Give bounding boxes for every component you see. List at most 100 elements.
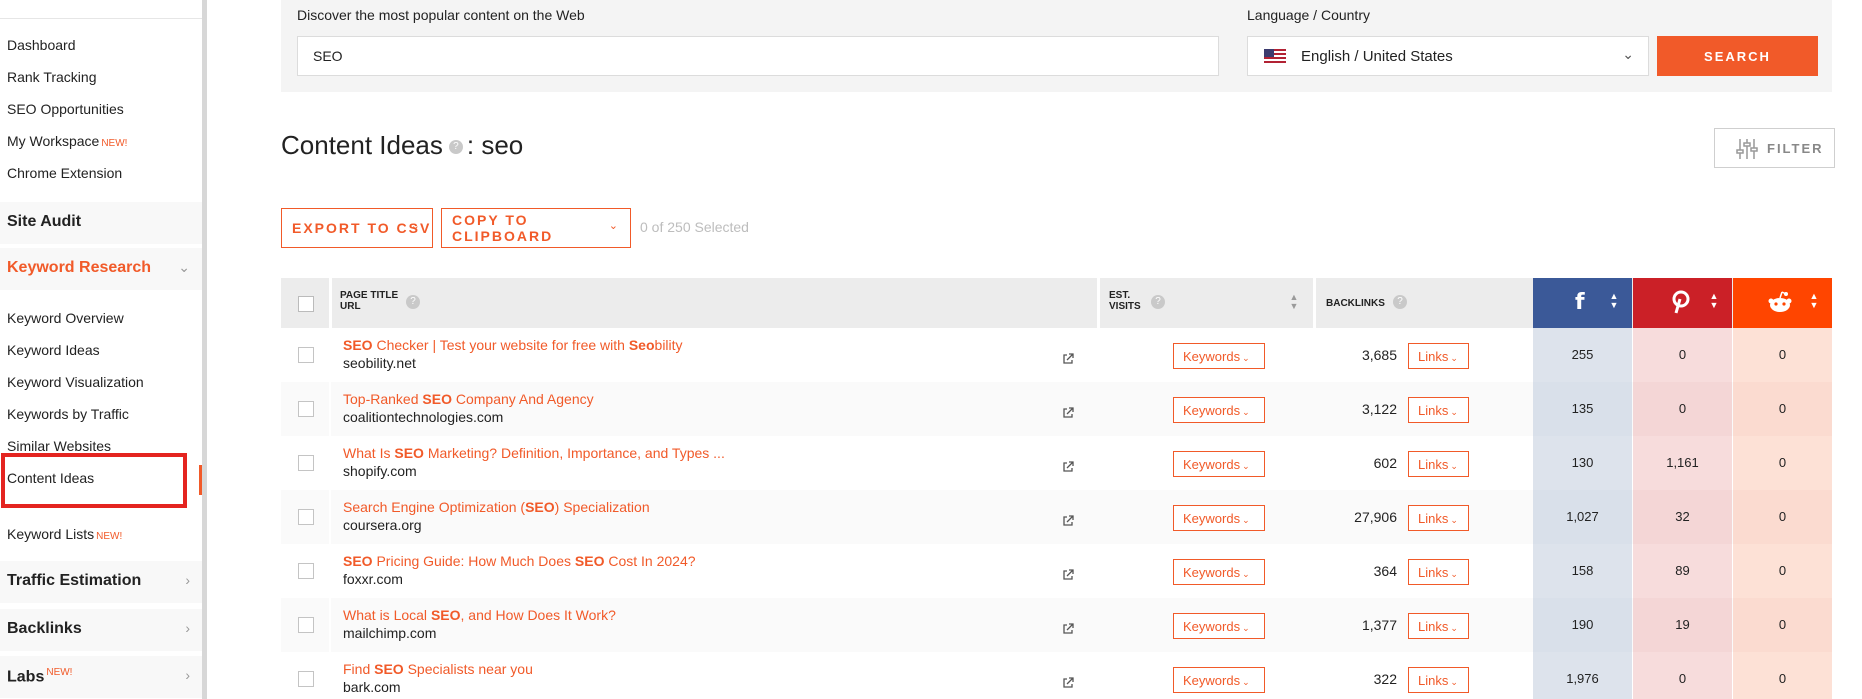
external-link-icon[interactable] — [1062, 515, 1074, 527]
column-divider — [329, 278, 332, 328]
page-url: foxxr.com — [343, 571, 403, 587]
page-url: bark.com — [343, 679, 401, 695]
links-dropdown-button[interactable]: Links ⌄ — [1408, 505, 1469, 531]
column-divider — [329, 382, 331, 436]
sidebar-item-dashboard[interactable]: Dashboard — [7, 37, 76, 53]
reddit-shares-value: 0 — [1733, 544, 1832, 598]
facebook-shares-value: 158 — [1533, 544, 1632, 598]
sidebar-item-seo-opportunities[interactable]: SEO Opportunities — [7, 101, 124, 117]
column-header-page-title[interactable]: PAGE TITLE URL — [340, 290, 398, 312]
search-label: Discover the most popular content on the… — [297, 7, 585, 23]
row-checkbox[interactable] — [298, 617, 314, 633]
links-dropdown-button[interactable]: Links ⌄ — [1408, 451, 1469, 477]
page-url: shopify.com — [343, 463, 417, 479]
sidebar-item-similar-websites[interactable]: Similar Websites — [7, 438, 111, 454]
sidebar-item-keyword-lists[interactable]: Keyword Lists NEW! — [7, 526, 122, 542]
page-title: Content Ideas?: seo — [281, 130, 523, 161]
title-text: Checker | Test your website for free wit… — [372, 337, 629, 353]
sidebar-item-keywords-by-traffic[interactable]: Keywords by Traffic — [7, 406, 129, 422]
facebook-icon: f — [1575, 290, 1585, 315]
sidebar-section-backlinks[interactable]: Backlinks › — [0, 609, 202, 651]
page-title-link[interactable]: SEO Pricing Guide: How Much Does SEO Cos… — [343, 553, 696, 569]
language-country-select[interactable]: English / United States ⌄ — [1247, 36, 1649, 76]
column-header-pinterest[interactable]: ▲ ▼ — [1633, 278, 1732, 328]
row-checkbox[interactable] — [298, 671, 314, 687]
keywords-label: Keywords — [1183, 402, 1241, 418]
row-checkbox[interactable] — [298, 509, 314, 525]
sort-icon[interactable]: ▲ ▼ — [1608, 292, 1620, 310]
row-checkbox[interactable] — [298, 347, 314, 363]
page-title-link[interactable]: What Is SEO Marketing? Definition, Impor… — [343, 445, 725, 461]
sidebar-item-keyword-ideas[interactable]: Keyword Ideas — [7, 342, 100, 358]
page-url: coursera.org — [343, 517, 422, 533]
page-title-link[interactable]: SEO Checker | Test your website for free… — [343, 337, 683, 353]
search-input[interactable] — [297, 36, 1219, 76]
external-link-icon[interactable] — [1062, 569, 1074, 581]
search-button[interactable]: SEARCH — [1657, 36, 1818, 76]
sidebar-item-my-workspace[interactable]: My Workspace NEW! — [7, 133, 127, 149]
sidebar-item-keyword-overview[interactable]: Keyword Overview — [7, 310, 124, 326]
sidebar-section-traffic-estimation[interactable]: Traffic Estimation › — [0, 561, 202, 603]
external-link-icon[interactable] — [1062, 407, 1074, 419]
sidebar-item-keyword-visualization[interactable]: Keyword Visualization — [7, 374, 144, 390]
keywords-dropdown-button[interactable]: Keywords ⌄ — [1173, 343, 1265, 369]
reddit-shares-value: 0 — [1733, 436, 1832, 490]
sidebar-section-site-audit[interactable]: Site Audit — [0, 202, 202, 244]
keywords-dropdown-button[interactable]: Keywords ⌄ — [1173, 613, 1265, 639]
row-checkbox[interactable] — [298, 563, 314, 579]
keywords-dropdown-button[interactable]: Keywords ⌄ — [1173, 505, 1265, 531]
info-icon[interactable]: ? — [1393, 295, 1407, 309]
facebook-shares-value: 135 — [1533, 382, 1632, 436]
highlighted-term: SEO — [343, 553, 373, 569]
column-header-est-visits[interactable]: EST. VISITS — [1109, 290, 1141, 312]
column-header-facebook[interactable]: f ▲ ▼ — [1533, 278, 1632, 328]
links-dropdown-button[interactable]: Links ⌄ — [1408, 397, 1469, 423]
sidebar-item-chrome-extension[interactable]: Chrome Extension — [7, 165, 122, 181]
page-title-link[interactable]: Search Engine Optimization (SEO) Special… — [343, 499, 650, 515]
highlighted-term: SEO — [343, 337, 373, 353]
export-csv-button[interactable]: EXPORT TO CSV ⌄ — [281, 208, 433, 248]
row-checkbox[interactable] — [298, 401, 314, 417]
reddit-shares-value: 0 — [1733, 328, 1832, 382]
external-link-icon[interactable] — [1062, 623, 1074, 635]
pinterest-shares-value: 0 — [1633, 328, 1732, 382]
keywords-dropdown-button[interactable]: Keywords ⌄ — [1173, 559, 1265, 585]
sort-icon[interactable]: ▲ ▼ — [1808, 292, 1820, 310]
column-header-reddit[interactable]: ▲ ▼ — [1733, 278, 1832, 328]
external-link-icon[interactable] — [1062, 677, 1074, 689]
highlighted-term: SEO — [574, 553, 605, 569]
column-header-backlinks[interactable]: BACKLINKS — [1326, 298, 1385, 309]
page-url: seobility.net — [343, 355, 416, 371]
visits-header-text: VISITS — [1109, 301, 1141, 312]
info-icon[interactable]: ? — [448, 140, 463, 155]
sidebar-item-rank-tracking[interactable]: Rank Tracking — [7, 69, 96, 85]
links-dropdown-button[interactable]: Links ⌄ — [1408, 613, 1469, 639]
copy-clipboard-button[interactable]: COPY TO CLIPBOARD ⌄ — [441, 208, 631, 248]
info-icon[interactable]: ? — [406, 295, 420, 309]
pinterest-shares-value: 89 — [1633, 544, 1732, 598]
page-title-link[interactable]: Top-Ranked SEO Company And Agency — [343, 391, 594, 407]
sidebar-scrollbar[interactable] — [202, 0, 207, 699]
filter-button[interactable]: FILTER — [1714, 128, 1835, 168]
sort-icon[interactable]: ▲ ▼ — [1288, 293, 1300, 311]
sidebar-section-labs[interactable]: Labs NEW! › — [0, 656, 202, 698]
info-icon[interactable]: ? — [1151, 295, 1165, 309]
links-dropdown-button[interactable]: Links ⌄ — [1408, 559, 1469, 585]
select-all-checkbox[interactable] — [298, 296, 314, 312]
title-text: Pricing Guide: How Much Does — [372, 553, 575, 569]
external-link-icon[interactable] — [1062, 353, 1074, 365]
keywords-dropdown-button[interactable]: Keywords ⌄ — [1173, 397, 1265, 423]
sidebar-section-keyword-research[interactable]: Keyword Research ⌄ — [0, 248, 202, 290]
highlighted-term: SEO — [374, 661, 404, 677]
row-checkbox[interactable] — [298, 455, 314, 471]
page-title-link[interactable]: Find SEO Specialists near you — [343, 661, 533, 677]
page-title-link[interactable]: What is Local SEO, and How Does It Work? — [343, 607, 616, 623]
links-dropdown-button[interactable]: Links ⌄ — [1408, 667, 1469, 693]
keywords-dropdown-button[interactable]: Keywords ⌄ — [1173, 667, 1265, 693]
keywords-dropdown-button[interactable]: Keywords ⌄ — [1173, 451, 1265, 477]
external-link-icon[interactable] — [1062, 461, 1074, 473]
chevron-down-icon: ⌄ — [1242, 622, 1250, 633]
links-dropdown-button[interactable]: Links ⌄ — [1408, 343, 1469, 369]
sort-icon[interactable]: ▲ ▼ — [1708, 292, 1720, 310]
facebook-shares-value: 255 — [1533, 328, 1632, 382]
